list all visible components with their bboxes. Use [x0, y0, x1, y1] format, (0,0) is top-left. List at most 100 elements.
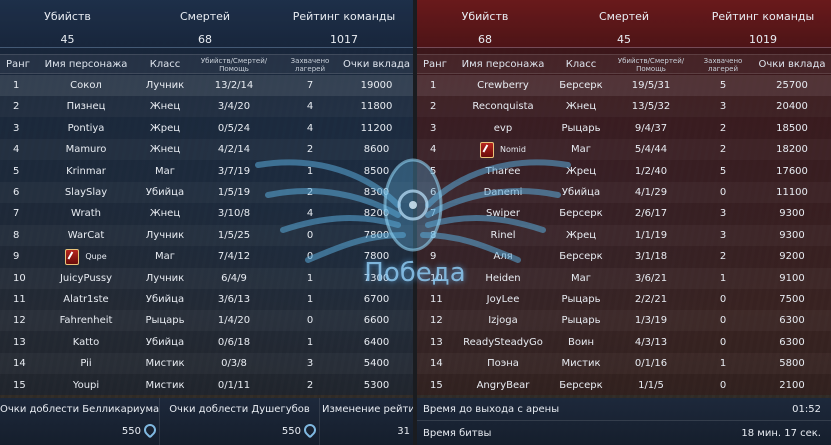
player-name: Youpi: [72, 379, 100, 391]
player-name-text: Nomid: [500, 145, 526, 155]
player-row[interactable]: 3 Pontiya Жрец 0/5/24 4 11200: [0, 118, 413, 139]
player-class: Берсерк: [559, 251, 603, 263]
player-name: Nomid: [453, 139, 553, 160]
battle-result-text: Победа: [364, 258, 466, 288]
col-rank-header[interactable]: Ранг: [0, 55, 36, 75]
player-camps: 2: [719, 144, 727, 156]
player-class: Жнец: [149, 101, 181, 113]
player-points: 2100: [779, 379, 805, 391]
col-name-header[interactable]: Имя персонажа: [36, 55, 136, 75]
player-row[interactable]: 14 Поэна Мистик 0/1/16 1 5800: [417, 353, 831, 374]
player-rank: 13: [13, 336, 26, 348]
player-class: Воин: [567, 336, 594, 348]
player-row[interactable]: 13 Katto Убийца 0/6/18 1 6400: [0, 332, 413, 353]
player-points: 5800: [779, 358, 805, 370]
player-kda: 6/4/9: [221, 272, 247, 284]
player-kda: 3/7/19: [217, 165, 251, 177]
player-class: Берсерк: [559, 208, 603, 220]
player-name: ReadySteadyGo: [463, 336, 543, 348]
player-row[interactable]: 3 evp Рыцарь 9/4/37 2 18500: [417, 118, 831, 139]
player-camps: 1: [306, 165, 314, 177]
player-camps: 1: [306, 294, 314, 305]
player-points: 6600: [363, 315, 390, 327]
player-points: 8600: [363, 144, 390, 156]
player-camps: 1: [719, 272, 727, 284]
player-points: 6400: [363, 336, 390, 348]
col-rank-header[interactable]: Ранг: [417, 55, 453, 75]
player-row[interactable]: 2 Reconquista Жнец 13/5/32 3 20400: [417, 96, 831, 117]
kills-label: Убийств: [461, 10, 509, 23]
player-class: Мистик: [145, 379, 185, 391]
player-row[interactable]: 8 WarCat Лучник 1/5/25 0 7800: [0, 225, 413, 246]
player-name: Reconquista: [472, 101, 534, 113]
player-name: Tharee: [485, 165, 521, 177]
player-name: WarCat: [67, 229, 105, 241]
col-points-header[interactable]: Очки вклада: [340, 55, 413, 75]
player-camps: 0: [719, 187, 727, 198]
player-camps: 3: [719, 229, 727, 241]
player-points: 7500: [779, 294, 805, 305]
player-row[interactable]: 4 Mamuro Жнец 4/2/14 2 8600: [0, 139, 413, 160]
player-kda: 0/5/24: [217, 122, 251, 134]
player-row[interactable]: 12 Fahrenheit Рыцарь 1/4/20 0 6600: [0, 310, 413, 331]
arena-exit-timer: Время до выхода с арены 01:52: [417, 398, 831, 421]
player-row[interactable]: 4 Nomid Маг 5/4/44 2 18200: [417, 139, 831, 160]
player-class: Жнец: [149, 144, 181, 156]
col-kda-header[interactable]: Убийств/Смертей/Помощь: [194, 55, 274, 75]
player-rank: 9: [13, 251, 20, 263]
player-row[interactable]: 5 Tharee Жрец 1/2/40 5 17600: [417, 161, 831, 182]
player-row[interactable]: 6 Danemi Убийца 4/1/29 0 11100: [417, 182, 831, 203]
player-row[interactable]: 7 Swiper Берсерк 2/6/17 3 9300: [417, 203, 831, 224]
player-row[interactable]: 7 Wrath Жнец 3/10/8 4 8200: [0, 203, 413, 224]
player-rank: 3: [430, 122, 437, 134]
player-row[interactable]: 11 Alatr1ste Убийца 3/6/13 1 6700: [0, 289, 413, 310]
col-class-header[interactable]: Класс: [136, 55, 194, 75]
player-camps: 3: [306, 358, 314, 370]
player-row[interactable]: 6 SlaySlay Убийца 1/5/19 2 8300: [0, 182, 413, 203]
player-kda: 4/2/14: [217, 144, 251, 156]
player-class: Мистик: [145, 358, 185, 370]
col-points-header[interactable]: Очки вклада: [753, 55, 831, 75]
player-points: 20400: [776, 101, 808, 113]
right-deaths: Смертей 45: [553, 0, 695, 48]
player-row[interactable]: 15 AngryBear Берсерк 1/1/5 0 2100: [417, 375, 831, 396]
player-rank: 6: [13, 187, 20, 198]
left-footer: Очки доблести Белликариума 550 Очки добл…: [0, 398, 413, 445]
player-row[interactable]: 13 ReadySteadyGo Воин 4/3/13 0 6300: [417, 332, 831, 353]
player-row[interactable]: 14 Pii Мистик 0/3/8 3 5400: [0, 353, 413, 374]
player-class: Маг: [154, 165, 175, 177]
player-rank: 14: [13, 358, 26, 370]
player-row[interactable]: 5 Krinmar Маг 3/7/19 1 8500: [0, 161, 413, 182]
player-row[interactable]: 11 JoyLee Рыцарь 2/2/21 0 7500: [417, 289, 831, 310]
deaths-value: 45: [617, 33, 631, 46]
player-rank: 2: [430, 101, 437, 113]
col-camps-header[interactable]: Захвачено лагерей: [693, 55, 753, 75]
player-points: 9300: [779, 208, 805, 220]
player-row[interactable]: 1 Crewberry Берсерк 19/5/31 5 25700: [417, 75, 831, 96]
left-rating: Рейтинг команды 1017: [275, 0, 413, 48]
player-class: Рыцарь: [561, 122, 601, 134]
left-team-summary: Убийств 45 Смертей 68 Рейтинг команды 10…: [0, 0, 413, 48]
col-camps-header[interactable]: Захвачено лагерей: [280, 55, 340, 75]
player-camps: 5: [719, 165, 727, 177]
player-rank: 14: [430, 358, 443, 370]
rating-change-value: 31: [397, 426, 410, 437]
col-name-header[interactable]: Имя персонажа: [453, 55, 553, 75]
player-rank: 5: [13, 165, 20, 177]
player-rank: 11: [430, 294, 443, 305]
player-camps: 0: [719, 379, 727, 391]
player-class: Жнец: [565, 101, 597, 113]
player-points: 19000: [360, 80, 393, 91]
col-class-header[interactable]: Класс: [553, 55, 609, 75]
player-rank: 4: [13, 144, 20, 156]
player-name: SlaySlay: [64, 187, 108, 198]
player-row[interactable]: 2 Пизнец Жнец 3/4/20 4 11800: [0, 96, 413, 117]
player-row[interactable]: 12 Izjoga Рыцарь 1/3/19 0 6300: [417, 310, 831, 331]
player-row[interactable]: 8 Rinel Жрец 1/1/19 3 9300: [417, 225, 831, 246]
player-kda: 1/5/19: [217, 187, 251, 198]
col-kda-header[interactable]: Убийств/Смертей/Помощь: [609, 55, 693, 75]
player-row[interactable]: 15 Youpi Мистик 0/1/11 2 5300: [0, 375, 413, 396]
player-points: 18500: [776, 122, 808, 134]
rating-change: Изменение рейтинга 31: [320, 398, 413, 445]
player-row[interactable]: 1 Сокол Лучник 13/2/14 7 19000: [0, 75, 413, 96]
